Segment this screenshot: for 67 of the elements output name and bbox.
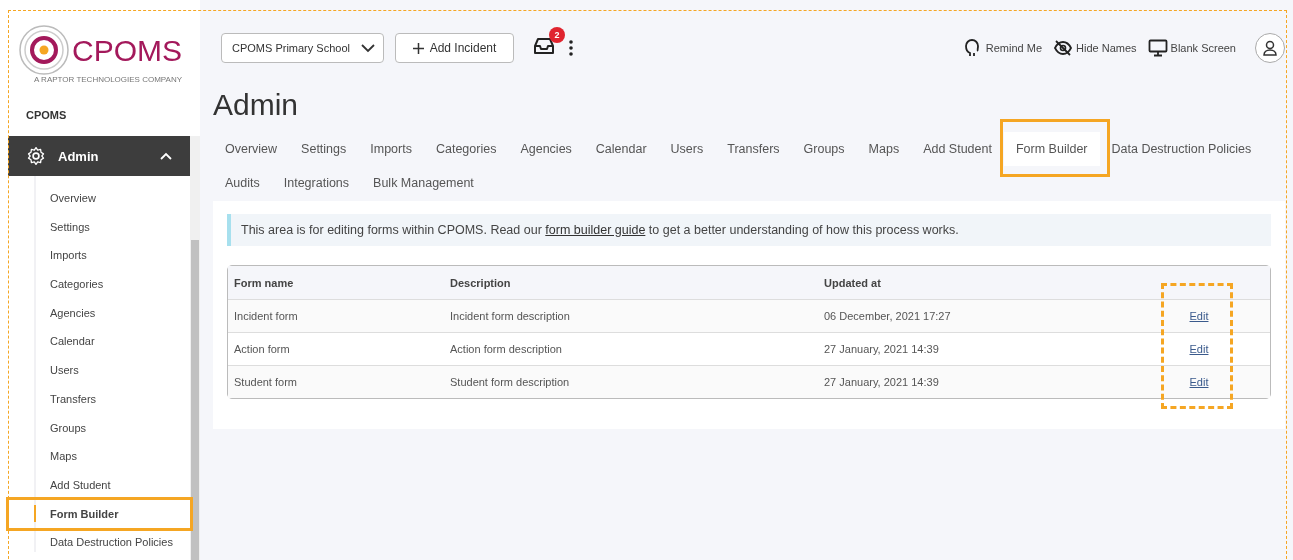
table-cell-text: Student form bbox=[233, 376, 298, 388]
cpoms-logo: CPOMS A RAPTOR TECHNOLOGIES COMPANY bbox=[18, 22, 196, 84]
chevron-down-icon bbox=[361, 43, 375, 53]
tab[interactable]: Calendar bbox=[583, 132, 659, 166]
eye-off-icon bbox=[1053, 39, 1074, 57]
tab[interactable]: Agencies bbox=[508, 132, 584, 166]
table-cell-text: Incident form bbox=[233, 310, 299, 322]
user-icon bbox=[1263, 40, 1277, 56]
sidebar-item[interactable]: Data Destruction Policies bbox=[36, 532, 190, 553]
table-cell-text: 27 January, 2021 14:39 bbox=[823, 376, 940, 388]
guide-link[interactable]: form builder guide bbox=[545, 223, 646, 237]
tab[interactable]: Data Destruction Policies bbox=[1099, 132, 1264, 166]
tab[interactable]: Transfers bbox=[715, 132, 792, 166]
inbox-icon[interactable] bbox=[533, 36, 555, 56]
sidebar-item[interactable]: Categories bbox=[36, 274, 190, 295]
tab[interactable]: Integrations bbox=[271, 166, 362, 200]
sidebar-heading: CPOMS bbox=[25, 108, 68, 123]
tab[interactable]: Form Builder bbox=[1003, 132, 1100, 166]
tab[interactable]: Users bbox=[658, 132, 716, 166]
sidebar-item[interactable]: Settings bbox=[36, 216, 190, 237]
table-cell-text: Student form description bbox=[449, 376, 571, 388]
tab[interactable]: Imports bbox=[358, 132, 424, 166]
tab[interactable]: Bulk Management bbox=[361, 166, 486, 200]
sidebar-item[interactable]: Agencies bbox=[36, 302, 190, 323]
table-cell-text: Action form description bbox=[449, 343, 563, 355]
tab[interactable]: Groups bbox=[791, 132, 857, 166]
sidebar-item[interactable]: Imports bbox=[36, 245, 190, 266]
table-cell-text: Incident form description bbox=[449, 310, 571, 322]
add-incident-button[interactable]: Add Incident bbox=[395, 33, 514, 63]
tab[interactable]: Maps bbox=[856, 132, 912, 166]
user-avatar-button[interactable] bbox=[1255, 33, 1285, 63]
column-header: Form name bbox=[233, 276, 295, 289]
sidebar-item[interactable]: Add Student bbox=[36, 474, 190, 495]
plus-icon bbox=[412, 42, 424, 54]
admin-section[interactable]: Admin bbox=[8, 136, 190, 176]
tab[interactable]: Settings bbox=[289, 132, 359, 166]
sidebar-item[interactable]: Maps bbox=[36, 446, 190, 467]
school-select[interactable]: CPOMS Primary School bbox=[221, 33, 384, 63]
edit-link[interactable]: Edit bbox=[1189, 343, 1209, 355]
notification-badge: 2 bbox=[549, 27, 565, 43]
tab[interactable]: Overview bbox=[213, 132, 290, 166]
column-header: Updated at bbox=[823, 276, 882, 289]
table-cell-text: 06 December, 2021 17:27 bbox=[823, 310, 952, 322]
table-cell-text: Action form bbox=[233, 343, 291, 355]
monitor-icon bbox=[1147, 39, 1168, 57]
toolbar-action[interactable]: Blank Screen bbox=[1147, 39, 1236, 57]
sidebar-item[interactable]: Form Builder bbox=[36, 503, 190, 524]
column-header: Description bbox=[449, 276, 512, 289]
sidebar-item[interactable]: Transfers bbox=[36, 388, 190, 409]
sidebar-item[interactable]: Calendar bbox=[36, 331, 190, 352]
tab[interactable]: Categories bbox=[423, 132, 509, 166]
info-alert: This area is for editing forms within CPOMS. Read our form builder guide to get a better understanding of how this process works. bbox=[227, 214, 1271, 246]
toolbar-action[interactable]: Remind Me bbox=[962, 38, 1043, 58]
more-menu-icon[interactable] bbox=[568, 40, 574, 56]
sidebar-item[interactable]: Overview bbox=[36, 188, 190, 208]
table-cell-text: 27 January, 2021 14:39 bbox=[823, 343, 940, 355]
tab[interactable]: Add Student bbox=[911, 132, 1004, 166]
sidebar-item[interactable]: Groups bbox=[36, 417, 190, 438]
page-title: Admin bbox=[213, 90, 300, 120]
edit-link[interactable]: Edit bbox=[1189, 376, 1209, 388]
sidebar-item[interactable]: Users bbox=[36, 360, 190, 381]
scrollbar-thumb[interactable] bbox=[191, 240, 199, 560]
toolbar-action[interactable]: Hide Names bbox=[1053, 39, 1137, 57]
gear-icon bbox=[26, 146, 46, 166]
tab[interactable]: Audits bbox=[213, 166, 272, 200]
edit-link[interactable]: Edit bbox=[1189, 310, 1209, 322]
chevron-up-icon bbox=[160, 152, 172, 160]
